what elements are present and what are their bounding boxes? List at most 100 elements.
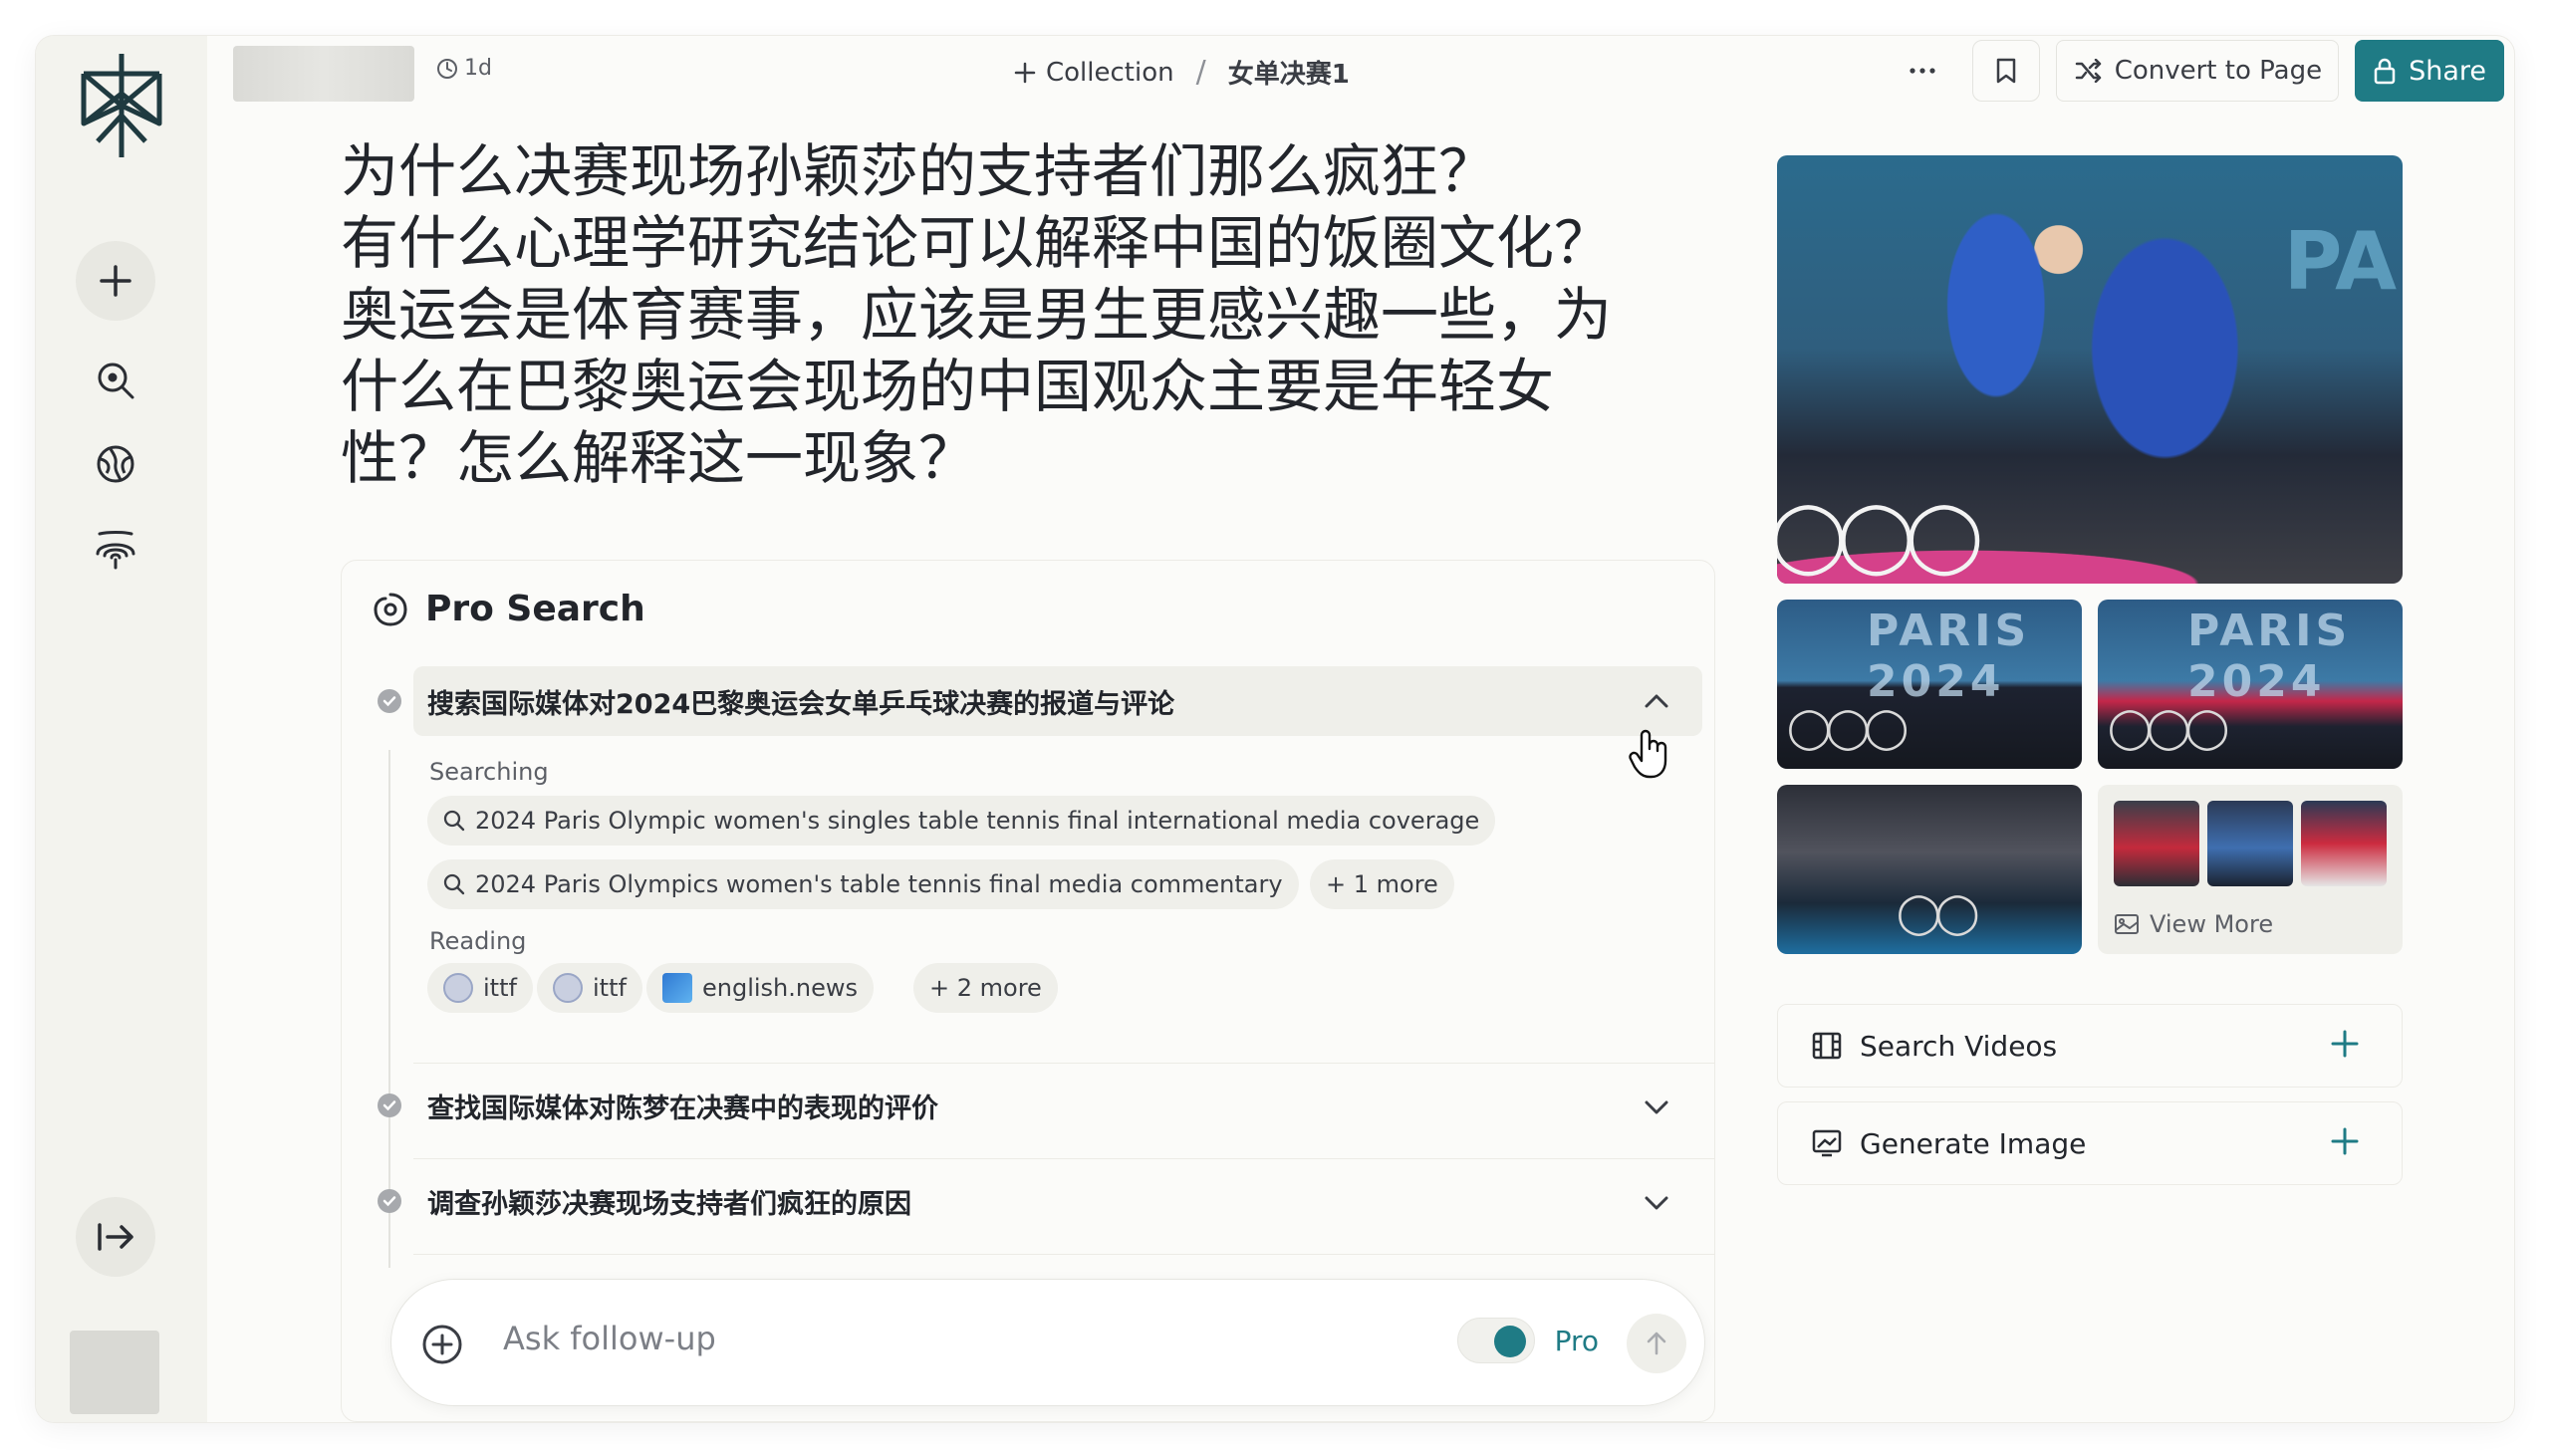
question-line: 什么在巴黎奥运会现场的中国观众主要是年轻女	[341, 353, 1555, 420]
send-button[interactable]	[1627, 1314, 1686, 1373]
image-caption: PARIS 2024	[2187, 606, 2352, 707]
shuffle-icon	[2075, 59, 2101, 83]
arrow-up-icon	[1647, 1332, 1666, 1355]
top-bar: 1d Collection / 女单决赛1 Convert to Page Sh…	[207, 36, 2514, 123]
expand-sidebar-button[interactable]	[76, 1197, 155, 1277]
step-header[interactable]: 查找国际媒体对陈梦在决赛中的表现的评价	[413, 1071, 1702, 1140]
chevron-down-icon[interactable]	[1637, 1088, 1676, 1127]
divider	[413, 1063, 1714, 1064]
pro-toggle[interactable]: Pro	[1456, 1318, 1599, 1363]
share-label: Share	[2409, 55, 2486, 87]
question-line: 性？怎么解释这一现象？	[341, 424, 977, 492]
question-line: 为什么决赛现场孙颖莎的支持者们那么疯狂？	[341, 137, 1497, 205]
follow-up-input[interactable]: Ask follow-up	[503, 1320, 716, 1357]
breadcrumb: Collection / 女单决赛1	[1014, 54, 1350, 91]
globe-favicon-icon	[443, 973, 473, 1003]
top-actions: Convert to Page Share	[1889, 40, 2504, 102]
breadcrumb-title[interactable]: 女单决赛1	[1228, 54, 1350, 91]
step-done-icon	[378, 689, 401, 713]
lock-icon	[2374, 58, 2396, 85]
sidebar	[36, 36, 207, 1422]
question-line: 奥运会是体育赛事，应该是男生更感兴趣一些，为	[341, 281, 1613, 349]
view-more-images-button[interactable]: View More	[2098, 785, 2403, 954]
spaces-icon[interactable]	[88, 522, 143, 578]
image-caption: PARIS 2024	[1867, 606, 2031, 707]
olympic-rings-icon: ◯◯◯	[2108, 705, 2229, 751]
convert-to-page-button[interactable]: Convert to Page	[2055, 40, 2340, 102]
image-thumbnail	[2114, 801, 2199, 886]
follow-up-bar: Ask follow-up Pro	[390, 1279, 1705, 1406]
searching-label: Searching	[429, 758, 549, 786]
thread-age: 1d	[436, 56, 492, 81]
source-name: ittf	[593, 974, 627, 1002]
step-label: 调查孙颖莎决赛现场支持者们疯狂的原因	[427, 1188, 911, 1220]
plus-icon	[1014, 62, 1036, 83]
convert-label: Convert to Page	[2114, 56, 2323, 86]
globe-icon[interactable]	[88, 436, 143, 492]
step-header[interactable]: 搜索国际媒体对2024巴黎奥运会女单乒乓球决赛的报道与评论	[413, 666, 1702, 736]
step-header[interactable]: 调查孙颖莎决赛现场支持者们疯狂的原因	[413, 1166, 1702, 1236]
olympic-rings-icon: ◯◯◯	[1787, 705, 1909, 751]
attach-button[interactable]	[421, 1324, 463, 1369]
image-thumbnail	[2207, 801, 2293, 886]
bookmark-icon	[1996, 58, 2015, 84]
pro-search-title: Pro Search	[425, 589, 645, 629]
view-more-label: View More	[2150, 910, 2274, 938]
search-query-chip[interactable]: 2024 Paris Olympics women's table tennis…	[427, 859, 1299, 909]
bookmark-button[interactable]	[1971, 40, 2040, 102]
step-label: 搜索国际媒体对2024巴黎奥运会女单乒乓球决赛的报道与评论	[427, 688, 1175, 720]
step-label: 查找国际媒体对陈梦在决赛中的表现的评价	[427, 1092, 938, 1124]
olympic-rings-icon: ◯◯◯	[1777, 494, 1983, 576]
share-button[interactable]: Share	[2355, 40, 2504, 102]
image-thumbnail	[2301, 801, 2387, 886]
discover-search-icon[interactable]	[88, 353, 143, 408]
chevron-up-icon[interactable]	[1637, 681, 1676, 721]
image-watermark: PA	[2283, 215, 2397, 308]
divider	[413, 1158, 1714, 1159]
search-query-text: 2024 Paris Olympics women's table tennis…	[475, 870, 1283, 898]
source-chip[interactable]: ittf	[537, 963, 642, 1013]
olympic-rings-icon: ◯◯	[1897, 890, 1979, 936]
image-generate-icon	[1812, 1129, 1842, 1157]
more-queries-chip[interactable]: + 1 more	[1310, 859, 1454, 909]
generate-image-label: Generate Image	[1860, 1126, 2087, 1160]
search-icon	[443, 873, 465, 895]
source-chip[interactable]: english.news	[646, 963, 874, 1013]
generate-image-button[interactable]: Generate Image	[1777, 1101, 2403, 1185]
chevron-down-icon[interactable]	[1637, 1183, 1676, 1223]
more-options-button[interactable]	[1889, 40, 1956, 102]
result-image[interactable]: PARIS 2024 ◯◯◯	[1777, 600, 2082, 769]
add-icon[interactable]	[2330, 1126, 2360, 1163]
result-image[interactable]: ◯◯	[1777, 785, 2082, 954]
more-sources-chip[interactable]: + 2 more	[913, 963, 1058, 1013]
step-done-icon	[378, 1189, 401, 1213]
ellipsis-icon	[1910, 68, 1935, 74]
pro-toggle-switch[interactable]	[1456, 1318, 1535, 1363]
source-chip[interactable]: ittf	[427, 963, 533, 1013]
source-name: english.news	[702, 974, 858, 1002]
view-more-label-wrap: View More	[2114, 910, 2273, 938]
add-icon[interactable]	[2330, 1029, 2360, 1066]
clock-icon	[437, 58, 457, 79]
search-videos-button[interactable]: Search Videos	[1777, 1004, 2403, 1088]
pro-toggle-label: Pro	[1554, 1324, 1599, 1357]
film-icon	[1812, 1032, 1842, 1060]
plus-circle-icon	[422, 1325, 462, 1364]
toggle-knob	[1493, 1326, 1526, 1357]
question-line: 有什么心理学研究结论可以解释中国的饭圈文化？	[341, 209, 1613, 277]
thread-question: 为什么决赛现场孙颖莎的支持者们那么疯狂？ 有什么心理学研究结论可以解释中国的饭圈…	[341, 135, 1715, 494]
result-image-main[interactable]: PA ◯◯◯	[1777, 155, 2403, 584]
perplexity-logo-icon[interactable]	[76, 50, 167, 161]
pro-search-header: Pro Search	[372, 589, 645, 629]
result-image[interactable]: PARIS 2024 ◯◯◯	[2098, 600, 2403, 769]
pro-search-icon	[374, 593, 407, 625]
search-query-text: 2024 Paris Olympic women's singles table…	[475, 807, 1480, 835]
collection-label: Collection	[1046, 57, 1174, 88]
user-avatar[interactable]	[70, 1331, 159, 1414]
source-name: ittf	[483, 974, 517, 1002]
add-to-collection-button[interactable]: Collection	[1014, 58, 1174, 88]
thread-title-placeholder	[233, 46, 414, 102]
new-thread-button[interactable]	[76, 241, 155, 321]
news-favicon-icon	[662, 973, 692, 1003]
search-query-chip[interactable]: 2024 Paris Olympic women's singles table…	[427, 796, 1496, 846]
